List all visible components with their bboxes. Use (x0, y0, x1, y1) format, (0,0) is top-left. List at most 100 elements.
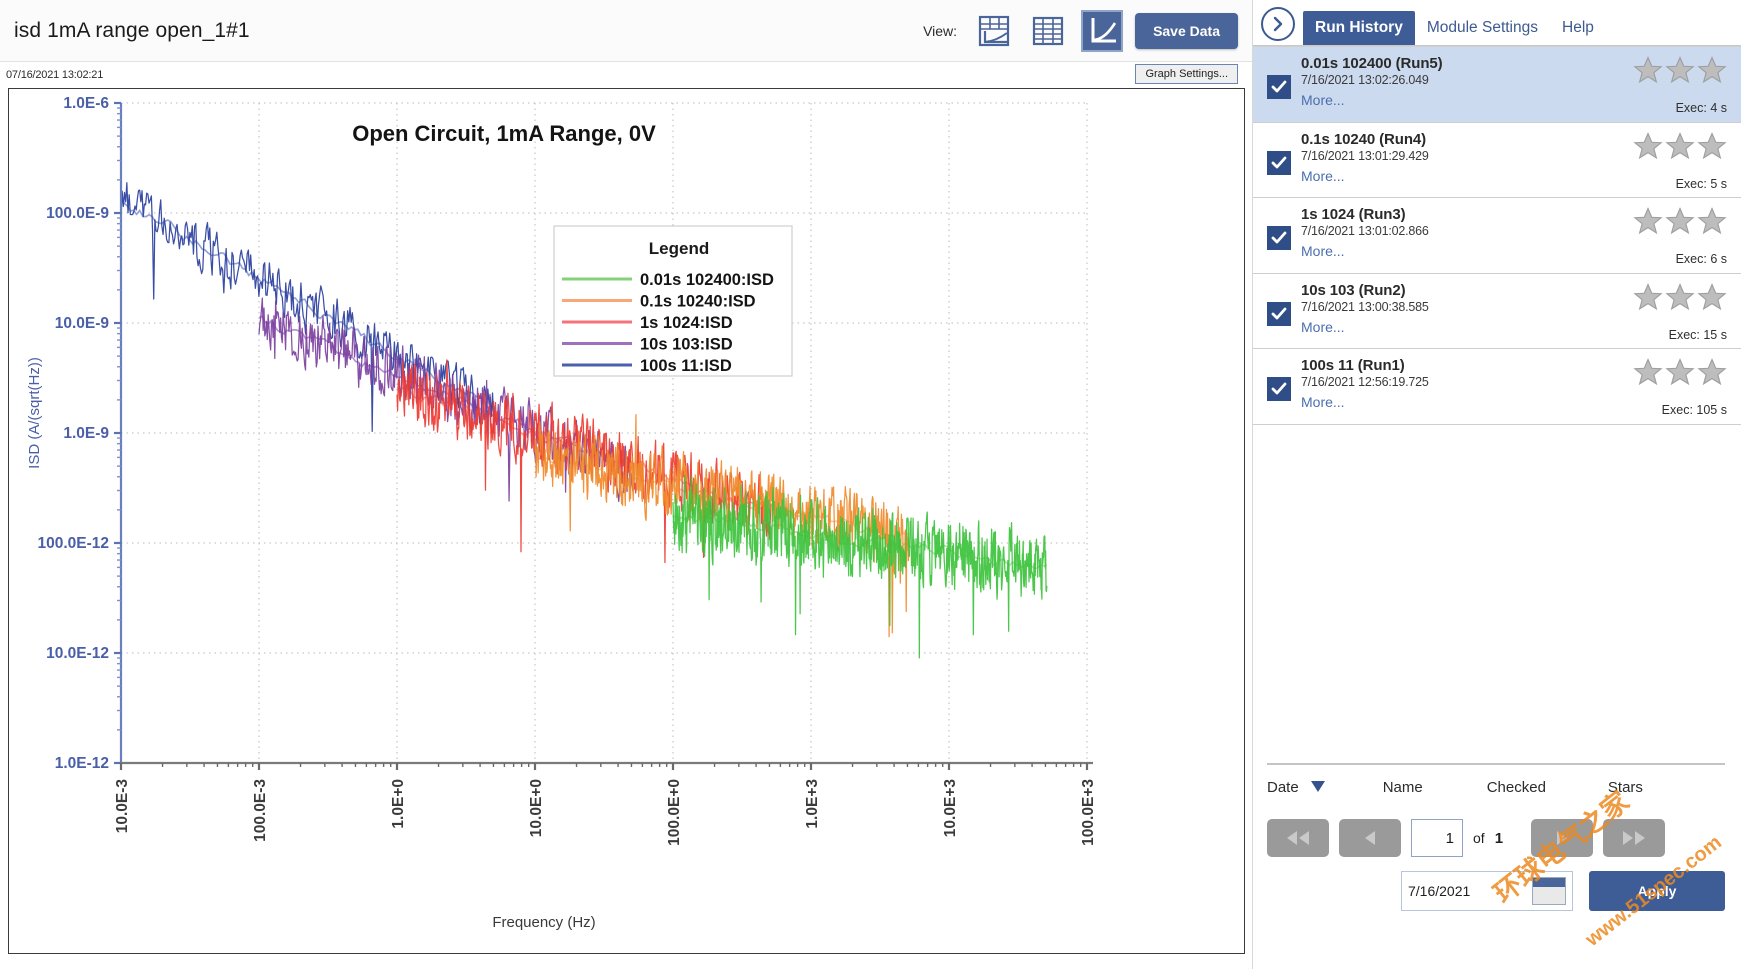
star-icon[interactable] (1665, 206, 1695, 236)
legend-title: Legend (649, 239, 709, 258)
run-more-link[interactable]: More... (1301, 92, 1607, 108)
column-header-date[interactable]: Date (1267, 779, 1299, 797)
run-exec-time: Exec: 15 s (1669, 328, 1727, 342)
left-arrow-icon (1362, 830, 1378, 846)
run-history-row[interactable]: 1s 1024 (Run3)7/16/2021 13:01:02.866 More… (1253, 198, 1741, 274)
run-checkbox[interactable] (1267, 377, 1291, 401)
last-page-button[interactable] (1603, 819, 1665, 857)
star-icon[interactable] (1665, 282, 1695, 312)
y-axis-tick-label: 1.0E-9 (63, 425, 109, 442)
x-axis-tick-label: 100.0E+0 (666, 779, 683, 846)
graph-view-button[interactable] (1081, 10, 1123, 52)
application-window: isd 1mA range open_1#1 View: (0, 0, 1741, 969)
date-filter-field[interactable]: 7/16/2021 (1401, 871, 1573, 911)
run-more-link[interactable]: More... (1301, 394, 1607, 410)
sort-column-headers: Date Name Checked Stars (1253, 779, 1741, 797)
run-timestamp: 7/16/2021 13:01:02.866 (1301, 224, 1607, 238)
run-exec-time: Exec: 4 s (1676, 101, 1727, 115)
run-checkbox[interactable] (1267, 151, 1291, 175)
run-more-link[interactable]: More... (1301, 319, 1607, 335)
star-icon[interactable] (1697, 206, 1727, 236)
save-data-button[interactable]: Save Data (1135, 13, 1238, 49)
run-timestamp: 7/16/2021 13:02:26.049 (1301, 73, 1607, 87)
graph-settings-button[interactable]: Graph Settings... (1135, 64, 1238, 84)
star-icon[interactable] (1697, 131, 1727, 161)
star-icon[interactable] (1633, 131, 1663, 161)
check-icon (1270, 154, 1288, 172)
column-header-checked[interactable]: Checked (1487, 779, 1546, 797)
star-icon[interactable] (1633, 282, 1663, 312)
chart-area[interactable]: 1.0E-6100.0E-910.0E-91.0E-9100.0E-1210.0… (8, 88, 1245, 954)
run-more-link[interactable]: More... (1301, 168, 1607, 184)
y-axis-tick-label: 100.0E-9 (46, 205, 109, 222)
calendar-picker-icon[interactable] (1532, 877, 1566, 905)
column-header-stars[interactable]: Stars (1608, 779, 1643, 797)
graph-view-icon (1085, 14, 1119, 48)
run-history-row[interactable]: 0.1s 10240 (Run4)7/16/2021 13:01:29.429M… (1253, 123, 1741, 199)
run-name: 1s 1024 (Run3) (1301, 206, 1607, 223)
run-checkbox[interactable] (1267, 75, 1291, 99)
chevron-right-icon[interactable] (1261, 7, 1295, 41)
star-icon[interactable] (1697, 282, 1727, 312)
x-axis-tick-label: 1.0E+0 (390, 779, 407, 829)
star-icon[interactable] (1633, 55, 1663, 85)
run-star-rating[interactable] (1633, 131, 1727, 161)
legend-entry-label: 0.1s 10240:ISD (640, 293, 756, 311)
x-axis-tick-label: 10.0E+0 (528, 779, 545, 837)
first-page-button[interactable] (1267, 819, 1329, 857)
table-view-icon (1031, 14, 1065, 48)
apply-filter-button[interactable]: Apply (1589, 871, 1725, 911)
chart-gridlines (121, 103, 1087, 763)
star-icon[interactable] (1665, 357, 1695, 387)
tab-module-settings[interactable]: Module Settings (1415, 11, 1550, 45)
footer-divider (1267, 763, 1725, 765)
calendar-icon-top (1533, 878, 1565, 887)
star-icon[interactable] (1665, 131, 1695, 161)
split-view-button[interactable] (973, 10, 1015, 52)
run-star-rating[interactable] (1633, 55, 1727, 85)
run-exec-time: Exec: 105 s (1662, 403, 1727, 417)
run-checkbox[interactable] (1267, 226, 1291, 250)
view-label: View: (923, 23, 957, 39)
page-number-input[interactable] (1411, 819, 1463, 857)
date-filter-value: 7/16/2021 (1408, 883, 1470, 899)
column-header-name[interactable]: Name (1383, 779, 1423, 797)
run-checkbox[interactable] (1267, 302, 1291, 326)
check-icon (1270, 380, 1288, 398)
chevron-right-glyph (1270, 16, 1286, 32)
pagination-controls: of 1 (1253, 819, 1741, 857)
header-bar: isd 1mA range open_1#1 View: (0, 0, 1252, 62)
run-meta: Exec: 15 s (1607, 280, 1727, 342)
check-icon (1270, 229, 1288, 247)
run-name: 0.01s 102400 (Run5) (1301, 55, 1607, 72)
star-icon[interactable] (1633, 357, 1663, 387)
previous-page-button[interactable] (1339, 819, 1401, 857)
run-star-rating[interactable] (1633, 357, 1727, 387)
star-icon[interactable] (1697, 357, 1727, 387)
next-page-button[interactable] (1531, 819, 1593, 857)
star-icon[interactable] (1697, 55, 1727, 85)
tab-run-history[interactable]: Run History (1303, 11, 1415, 45)
y-axis-label: ISD (A/(sqrt(Hz)) (26, 357, 43, 469)
run-more-link[interactable]: More... (1301, 243, 1607, 259)
run-timestamp: 7/16/2021 13:00:38.585 (1301, 300, 1607, 314)
run-star-rating[interactable] (1633, 282, 1727, 312)
chart-legend[interactable]: Legend0.01s 102400:ISD0.1s 10240:ISD1s 1… (554, 226, 792, 376)
tab-help[interactable]: Help (1550, 11, 1606, 45)
header-toolbar: View: (923, 0, 1238, 62)
pagination-of-label: of (1473, 830, 1485, 846)
run-history-row[interactable]: 100s 11 (Run1)7/16/2021 12:56:19.725More… (1253, 349, 1741, 425)
legend-entry-label: 100s 11:ISD (640, 357, 732, 375)
split-view-icon (977, 14, 1011, 48)
star-icon[interactable] (1633, 206, 1663, 236)
run-meta: Exec: 5 s (1607, 129, 1727, 191)
run-history-footer: Date Name Checked Stars (1253, 737, 1741, 969)
sort-descending-icon[interactable] (1309, 779, 1327, 797)
run-history-row[interactable]: 10s 103 (Run2)7/16/2021 13:00:38.585More… (1253, 274, 1741, 350)
star-icon[interactable] (1665, 55, 1695, 85)
run-history-row[interactable]: 0.01s 102400 (Run5)7/16/2021 13:02:26.04… (1253, 47, 1741, 123)
check-icon (1270, 305, 1288, 323)
run-star-rating[interactable] (1633, 206, 1727, 236)
table-view-button[interactable] (1027, 10, 1069, 52)
sort-descending-glyph (1309, 779, 1327, 793)
